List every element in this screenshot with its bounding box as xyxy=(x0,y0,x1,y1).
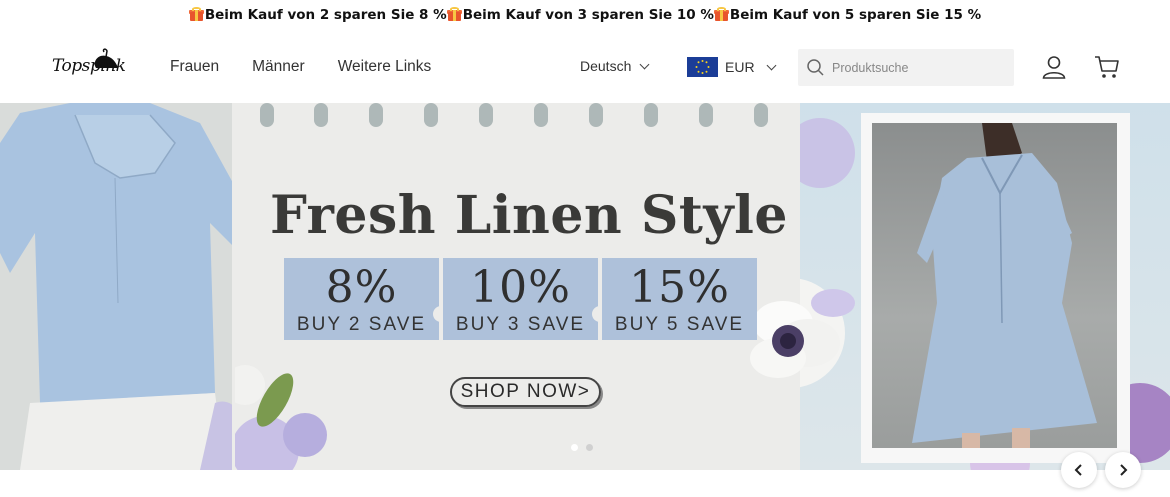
offer-percent: 15% xyxy=(629,262,730,313)
promo-item: Beim Kauf von 3 sparen Sie 10 % xyxy=(446,7,714,23)
paper-tabs-decor xyxy=(260,103,768,127)
carousel-dots xyxy=(571,444,593,451)
promo-item: Beim Kauf von 2 sparen Sie 8 % xyxy=(188,7,447,23)
chevron-right-icon xyxy=(1120,464,1128,476)
currency-label: EUR xyxy=(725,59,755,75)
chevron-down-icon xyxy=(766,60,777,70)
language-selector[interactable]: Deutsch xyxy=(580,58,650,74)
user-account-icon[interactable] xyxy=(1042,55,1066,79)
hero-left-panel xyxy=(0,103,260,470)
announcement-bar: Beim Kauf von 2 sparen Sie 8 % Beim Kauf… xyxy=(0,0,1170,30)
carousel-prev-button[interactable] xyxy=(1061,452,1097,488)
shop-now-button[interactable]: SHOP NOW> xyxy=(450,377,601,407)
main-nav: Frauen Männer Weitere Links xyxy=(170,30,431,103)
chevron-down-icon xyxy=(639,59,650,69)
offer-label: BUY 3 SAVE xyxy=(455,314,586,335)
product-photo-frame xyxy=(861,113,1130,463)
linen-shirt-image xyxy=(0,103,260,470)
offer-card: 10% BUY 3 SAVE xyxy=(443,258,608,340)
carousel-dot[interactable] xyxy=(586,444,593,451)
promo-text: Beim Kauf von 5 sparen Sie 15 % xyxy=(729,7,982,23)
site-header: Topspink Frauen Männer Weitere Links Deu… xyxy=(0,30,1170,103)
eu-flag-icon xyxy=(687,57,718,77)
logo-text: Topspink xyxy=(52,56,126,76)
brand-logo[interactable]: Topspink xyxy=(50,46,126,86)
nav-item-maenner[interactable]: Männer xyxy=(252,58,305,76)
promo-item: Beim Kauf von 5 sparen Sie 15 % xyxy=(713,7,982,23)
search-icon[interactable] xyxy=(807,59,824,76)
promo-text: Beim Kauf von 3 sparen Sie 10 % xyxy=(462,7,714,23)
flower-cluster-decor xyxy=(235,365,327,470)
cart-icon[interactable] xyxy=(1094,55,1120,79)
hero-banner[interactable]: Fresh Linen Style 8% BUY 2 SAVE 10% BUY … xyxy=(0,103,1170,470)
linen-dress-image xyxy=(872,123,1117,448)
chevron-left-icon xyxy=(1074,464,1082,476)
gift-icon xyxy=(188,7,204,21)
offer-card: 15% BUY 5 SAVE xyxy=(602,258,757,340)
currency-selector[interactable]: EUR xyxy=(687,57,777,77)
offer-label: BUY 5 SAVE xyxy=(614,314,745,335)
search-input[interactable] xyxy=(832,60,1002,75)
carousel-next-button[interactable] xyxy=(1105,452,1141,488)
anemone-flower-decor xyxy=(750,289,855,378)
offer-percent: 10% xyxy=(470,262,571,313)
offer-percent: 8% xyxy=(325,262,398,313)
nav-item-weitere-links[interactable]: Weitere Links xyxy=(338,58,432,76)
promo-text: Beim Kauf von 2 sparen Sie 8 % xyxy=(204,7,447,23)
offer-strip: 8% BUY 2 SAVE 10% BUY 3 SAVE 15% BUY 5 S… xyxy=(284,258,757,340)
offer-card: 8% BUY 2 SAVE xyxy=(284,258,449,340)
gift-icon xyxy=(446,7,462,21)
offer-label: BUY 2 SAVE xyxy=(296,314,427,335)
search-bar xyxy=(798,49,1014,86)
nav-item-frauen[interactable]: Frauen xyxy=(170,58,219,76)
language-label: Deutsch xyxy=(580,58,632,74)
hero-title: Fresh Linen Style xyxy=(270,185,788,246)
gift-icon xyxy=(713,7,729,21)
carousel-dot[interactable] xyxy=(571,444,578,451)
